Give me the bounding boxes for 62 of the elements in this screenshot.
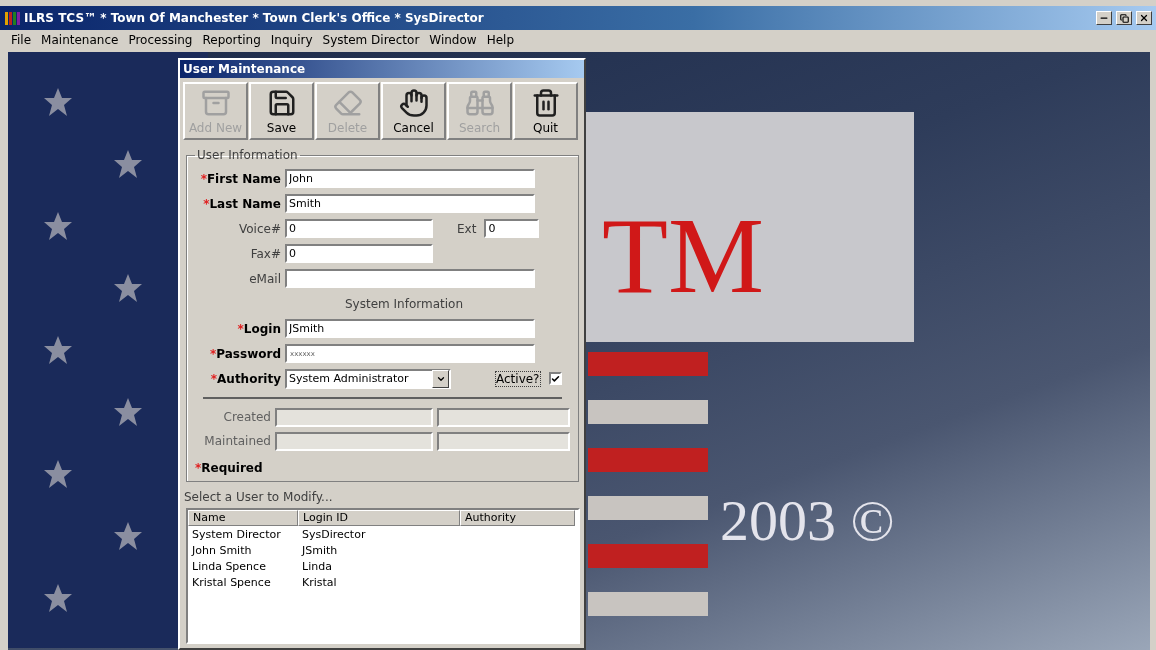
menu-item[interactable]: File [6,33,37,47]
list-cell[interactable]: Kristal Spence [188,575,298,589]
trademark-text: TM [602,202,764,310]
list-cell[interactable]: JSmith [298,543,460,557]
hand-icon [398,88,429,118]
dialog-title: User Maintenance [180,60,584,78]
field-label: *Login [236,321,281,336]
field-label: *Password [209,346,281,361]
field-label: *First Name [199,171,281,186]
checkbox-label: Active? [495,370,541,387]
toolbar-button[interactable]: Save [249,82,314,140]
user-list[interactable]: Name Login ID Authority System Director SysDirector John Smith JSmith Linda Spence Linda Kristal Spence Kristal [186,508,580,644]
text-field[interactable]: 0 [285,244,433,263]
column-header[interactable]: Name [188,510,298,526]
restore-icon [1119,13,1129,23]
list-cell[interactable]: Linda Spence [188,559,298,573]
field-label: Fax# [249,246,281,261]
dropdown[interactable]: System Administrator [285,368,451,389]
field-label: Voice# [238,221,281,236]
text-field[interactable]: John [285,169,535,188]
text-field[interactable]: 0 [285,219,433,238]
text-field[interactable] [285,269,535,288]
field-label: *Authority [209,371,281,386]
text-field[interactable]: Smith [285,194,535,213]
menu-item[interactable]: Window [424,33,482,47]
toolbar-button[interactable]: Quit [513,82,578,140]
window-title: ILRS TCS™ * Town Of Manchester * Town Clerk's Office * SysDirector [24,11,485,25]
text-field[interactable]: JSmith [285,319,535,338]
menu-item[interactable]: Inquiry [265,33,318,47]
column-header[interactable]: Login ID [298,510,460,526]
list-cell[interactable]: System Director [188,527,298,541]
eraser-icon [332,88,363,118]
minimize-button[interactable] [1096,11,1112,25]
binoculars-icon [464,88,495,118]
field-label: Maintained [203,434,271,448]
list-label: Select a User to Modify... [184,490,334,504]
list-cell[interactable]: SysDirector [298,527,460,541]
caret-icon [432,369,449,388]
menu-item[interactable]: Reporting [197,33,266,47]
section-heading: System Information [344,296,465,311]
copyright-year-text: 2003 © [720,492,895,550]
toolbar-button[interactable]: Cancel [381,82,446,140]
list-cell[interactable]: Linda [298,559,460,573]
field-label: eMail [248,271,281,286]
app-logo-icon [4,10,20,26]
field-label: Created [222,410,271,424]
menu-item[interactable]: System Director [317,33,425,47]
close-icon [1139,13,1149,23]
menu-item[interactable]: Maintenance [36,33,124,47]
field-label: *Last Name [202,196,281,211]
list-cell[interactable]: Kristal [298,575,460,589]
checkbox[interactable] [548,372,562,385]
column-header[interactable]: Authority [460,510,575,526]
text-field[interactable]: 0 [484,219,540,238]
list-cell[interactable]: John Smith [188,543,298,557]
restore-button[interactable] [1116,11,1132,25]
required-note: *Required [195,461,264,475]
close-button[interactable] [1136,11,1152,25]
menu-item[interactable]: Processing [123,33,198,47]
menu-item[interactable]: Help [481,33,519,47]
field-label: Ext [457,221,477,236]
group-legend: User Information [195,148,300,162]
